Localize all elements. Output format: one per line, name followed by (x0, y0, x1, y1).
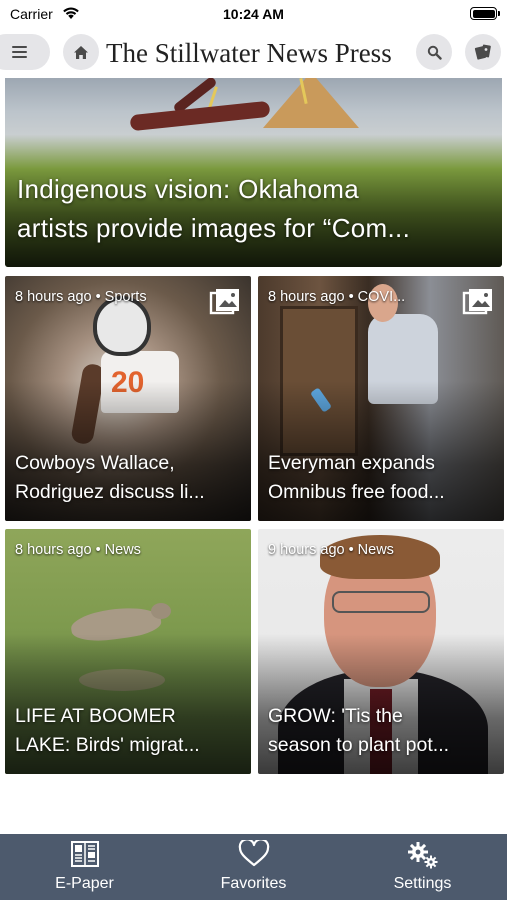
clock: 10:24 AM (223, 6, 284, 22)
article-meta: 8 hours ago • COVI... (268, 289, 406, 305)
tab-bar: E-Paper Favorites Settings (0, 834, 507, 900)
article-time: 8 hours ago (15, 289, 92, 305)
home-button[interactable] (63, 34, 99, 70)
nav-bar: The Stillwater News Press (0, 28, 507, 78)
gallery-icon (209, 287, 241, 322)
article-time: 8 hours ago (15, 542, 92, 558)
article-card[interactable]: 8 hours ago • COVI... Everyman expands Omn… (258, 276, 504, 521)
article-card[interactable]: 9 hours ago • News GROW: 'Tis the season t… (258, 529, 504, 774)
article-section: News (357, 542, 394, 558)
hero-headline-line: Indigenous vision: Oklahoma (17, 174, 359, 204)
search-button[interactable] (416, 34, 452, 70)
hero-image-tipi (263, 78, 359, 128)
article-meta: 8 hours ago • News (15, 542, 141, 558)
article-title: Everyman expands Omnibus free food... (268, 452, 445, 503)
tab-settings[interactable]: Settings (338, 834, 507, 900)
article-time: 8 hours ago (268, 289, 345, 305)
search-icon (427, 45, 442, 60)
hero-image-figure (129, 100, 271, 132)
gallery-icon (462, 287, 494, 322)
tab-favorites[interactable]: Favorites (169, 834, 338, 900)
article-feed[interactable]: Indigenous vision: Oklahoma artists prov… (0, 78, 507, 834)
tab-e-paper[interactable]: E-Paper (0, 834, 169, 900)
profile-button[interactable] (465, 34, 501, 70)
tab-label: Favorites (220, 875, 287, 892)
article-section: Sports (104, 289, 147, 305)
article-title: GROW: 'Tis the season to plant pot... (268, 705, 450, 756)
gears-icon (338, 840, 507, 869)
menu-button[interactable] (0, 34, 50, 70)
profile-badge-icon (474, 44, 491, 60)
hamburger-icon (12, 46, 27, 58)
home-icon (74, 45, 88, 59)
tab-label: Settings (393, 875, 452, 892)
battery-icon (470, 7, 500, 20)
article-time: 9 hours ago (268, 542, 345, 558)
site-title: The Stillwater News Press (106, 38, 392, 68)
newspaper-icon (0, 840, 169, 868)
article-meta: 8 hours ago • Sports (15, 289, 147, 305)
article-title: LIFE AT BOOMER LAKE: Birds' migrat... (15, 705, 200, 756)
article-section: COVI... (357, 289, 406, 305)
article-section: News (104, 542, 141, 558)
card-image-player (93, 296, 151, 356)
status-bar: Carrier 10:24 AM (0, 0, 507, 28)
tab-label: E-Paper (55, 875, 114, 892)
article-meta: 9 hours ago • News (268, 542, 394, 558)
article-card[interactable]: 20 8 hours ago•Sports Cowboys Wallace, R… (5, 276, 251, 521)
hero-article[interactable]: Indigenous vision: Oklahoma artists prov… (5, 78, 502, 267)
hero-headline: Indigenous vision: Oklahoma artists prov… (17, 170, 490, 248)
article-title: Cowboys Wallace, Rodriguez discuss li... (15, 452, 205, 503)
article-card[interactable]: 8 hours ago • News LIFE AT BOOMER LAKE: Bi… (5, 529, 251, 774)
hero-headline-line: artists provide images for “Com... (17, 213, 411, 243)
heart-icon (169, 840, 338, 868)
